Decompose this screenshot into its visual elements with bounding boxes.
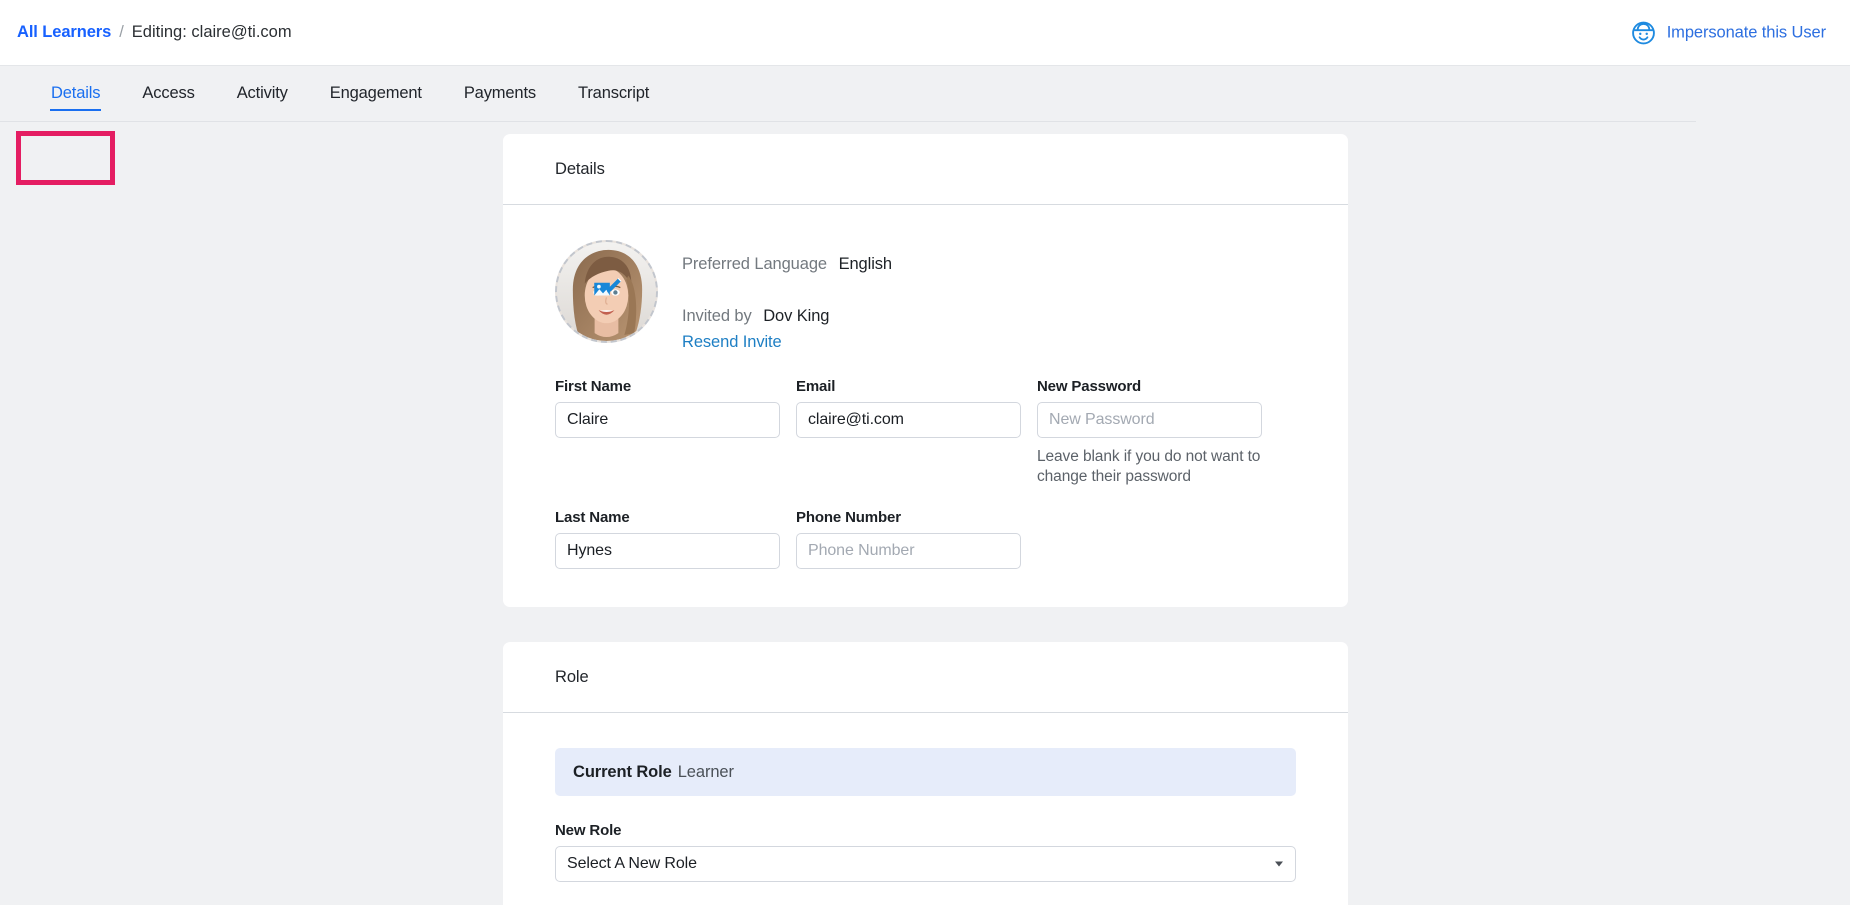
email-field-group: Email [796,378,1021,489]
impersonate-user-label: Impersonate this User [1666,23,1826,41]
tab-engagement[interactable]: Engagement [309,66,443,121]
new-password-label: New Password [1037,377,1142,395]
main-content: Details Preferred Language English Invit… [0,122,1850,905]
new-role-label: New Role [555,822,622,840]
avatar[interactable] [555,240,658,343]
phone-number-label: Phone Number [796,509,901,527]
invited-by-row: Invited by Dov King [682,304,892,329]
details-card: Details Preferred Language English Invit… [503,134,1348,608]
new-role-select-wrapper: Select A New Role [555,846,1296,883]
last-name-field-group: Last Name [555,509,780,570]
profile-row: Preferred Language English Invited by Do… [555,240,1296,352]
tab-payments-label: Payments [463,84,536,102]
new-role-field-group: New Role Select A New Role [555,822,1296,883]
breadcrumb: All Learners / Editing: claire@ti.com [17,23,292,42]
preferred-language-row: Preferred Language English [682,252,892,277]
role-card-body: Current Role Learner New Role Select A N… [503,713,1348,905]
breadcrumb-current-page: Editing: claire@ti.com [131,23,292,41]
last-name-input[interactable] [555,533,780,570]
resend-invite-link[interactable]: Resend Invite [682,333,782,352]
new-password-help-text: Leave blank if you do not want to change… [1037,447,1261,486]
first-name-field-group: First Name [555,378,780,489]
invited-by-label: Invited by [682,306,752,325]
details-card-title: Details [503,134,1348,205]
breadcrumb-separator: / [119,23,124,41]
edit-image-icon[interactable] [590,275,624,309]
invited-by-value: Dov King [763,306,830,325]
tab-activity-label: Activity [236,84,288,102]
meta-spacer [682,277,892,304]
role-card: Role Current Role Learner New Role Selec… [503,642,1348,905]
tab-strip-container: Details Access Activity Engagement Payme… [0,66,1850,185]
tab-access[interactable]: Access [121,66,215,121]
tab-engagement-label: Engagement [329,84,422,102]
email-label: Email [796,377,836,395]
tab-transcript-label: Transcript [578,84,650,102]
details-form: First Name Email New Password Leave blan… [555,378,1296,570]
current-role-label: Current Role [573,762,672,781]
tab-activity[interactable]: Activity [216,66,309,121]
current-role-value: Learner [677,762,734,781]
new-password-input[interactable] [1037,401,1262,438]
impersonate-user-button[interactable]: Impersonate this User [1631,20,1826,45]
preferred-language-label: Preferred Language [682,255,827,273]
new-password-field-group: New Password Leave blank if you do not w… [1037,378,1262,489]
role-card-title: Role [503,642,1348,714]
preferred-language-value: English [838,255,893,273]
last-name-label: Last Name [555,509,630,527]
tab-payments[interactable]: Payments [443,66,557,121]
first-name-input[interactable] [555,401,780,438]
phone-number-field-group: Phone Number [796,509,1021,570]
tab-details[interactable]: Details [30,66,121,121]
tab-strip: Details Access Activity Engagement Payme… [0,66,1696,122]
form-grid-empty-cell [1037,509,1262,569]
current-role-banner: Current Role Learner [555,748,1296,797]
profile-meta: Preferred Language English Invited by Do… [682,240,892,352]
mask-face-icon [1631,20,1656,45]
breadcrumb-all-learners-link[interactable]: All Learners [17,23,111,42]
tab-transcript[interactable]: Transcript [557,66,670,121]
new-role-select[interactable]: Select A New Role [555,846,1296,883]
top-bar: All Learners / Editing: claire@ti.com Im… [0,0,1850,66]
tab-details-label: Details [51,84,101,102]
new-role-selected-value: Select A New Role [567,855,697,873]
tab-access-label: Access [142,84,195,102]
first-name-label: First Name [555,377,632,395]
phone-number-input[interactable] [796,533,1021,570]
email-input[interactable] [796,401,1021,438]
details-card-body: Preferred Language English Invited by Do… [503,205,1348,607]
